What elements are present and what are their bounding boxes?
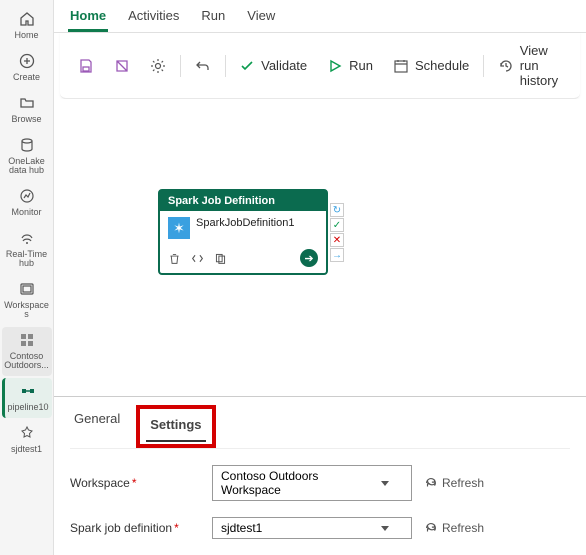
calendar-icon xyxy=(393,58,409,74)
tab-home[interactable]: Home xyxy=(68,6,108,32)
workspace-value: Contoso Outdoors Workspace xyxy=(221,469,381,497)
workspace-icon xyxy=(18,331,36,349)
code-icon[interactable] xyxy=(191,252,204,265)
spark-activity-icon: ✶ xyxy=(168,217,190,239)
toolbar: Validate Run Schedule View run history xyxy=(60,33,580,99)
ribbon-tabs: Home Activities Run View xyxy=(54,0,586,33)
handle-pending-icon[interactable]: ↻ xyxy=(330,203,344,217)
annotation-highlight: Settings xyxy=(136,405,215,448)
validate-button[interactable]: Validate xyxy=(231,54,315,78)
handle-skip-icon[interactable]: → xyxy=(330,248,344,262)
sidebar-item-label: Monitor xyxy=(9,208,43,217)
handle-success-icon[interactable]: ✓ xyxy=(330,218,344,232)
sidebar-item-label: Contoso Outdoors... xyxy=(2,352,52,370)
undo-button[interactable] xyxy=(187,54,219,78)
gear-icon xyxy=(150,58,166,74)
database-icon xyxy=(18,136,36,154)
sidebar-item-label: sjdtest1 xyxy=(9,445,44,454)
panel-tab-settings[interactable]: Settings xyxy=(146,411,205,442)
refresh-label: Refresh xyxy=(442,476,484,490)
tab-activities[interactable]: Activities xyxy=(126,6,181,32)
monitor-icon xyxy=(18,187,36,205)
sjd-label: Spark job definition* xyxy=(70,521,200,535)
sidebar-item-pipeline10[interactable]: pipeline10 xyxy=(2,378,52,418)
sjd-row: Spark job definition* sjdtest1 Refresh xyxy=(70,517,570,539)
sidebar-item-contoso[interactable]: Contoso Outdoors... xyxy=(2,327,52,376)
schedule-label: Schedule xyxy=(415,58,469,73)
sjd-value: sjdtest1 xyxy=(221,521,262,535)
check-icon xyxy=(239,58,255,74)
sidebar-item-label: pipeline10 xyxy=(5,403,50,412)
sidebar-item-home[interactable]: Home xyxy=(2,6,52,46)
schedule-button[interactable]: Schedule xyxy=(385,54,477,78)
sidebar-item-workspaces[interactable]: Workspaces xyxy=(2,276,52,325)
panel-tabs: General Settings xyxy=(70,405,570,449)
workspace-label: Workspace* xyxy=(70,476,200,490)
main-area: Home Activities Run View Validate Run Sc… xyxy=(54,0,586,555)
run-button[interactable]: Run xyxy=(319,54,381,78)
plus-circle-icon xyxy=(18,52,36,70)
settings-button[interactable] xyxy=(142,54,174,78)
sidebar-item-label: Browse xyxy=(9,115,43,124)
node-body: ✶ SparkJobDefinition1 xyxy=(160,211,326,245)
save-button[interactable] xyxy=(70,54,102,78)
pipeline-icon xyxy=(19,382,37,400)
save-icon xyxy=(78,58,94,74)
node-status-handles: ↻ ✓ ✕ → xyxy=(330,203,344,262)
history-label: View run history xyxy=(520,43,562,88)
separator xyxy=(483,55,484,77)
activity-node-spark-job[interactable]: Spark Job Definition ✶ SparkJobDefinitio… xyxy=(158,189,328,275)
sidebar-item-onelake[interactable]: OneLake data hub xyxy=(2,132,52,181)
folder-icon xyxy=(18,94,36,112)
node-title: SparkJobDefinition1 xyxy=(196,217,294,229)
home-icon xyxy=(18,10,36,28)
sidebar-item-sjdtest1[interactable]: sjdtest1 xyxy=(2,420,52,460)
workspace-row: Workspace* Contoso Outdoors Workspace Re… xyxy=(70,465,570,501)
refresh-icon xyxy=(424,476,438,490)
sidebar-item-monitor[interactable]: Monitor xyxy=(2,183,52,223)
delete-icon[interactable] xyxy=(168,252,181,265)
sidebar-item-label: OneLake data hub xyxy=(2,157,52,175)
spark-icon xyxy=(18,424,36,442)
run-label: Run xyxy=(349,58,373,73)
workspace-select[interactable]: Contoso Outdoors Workspace xyxy=(212,465,412,501)
validate-label: Validate xyxy=(261,58,307,73)
sidebar-item-label: Real-Time hub xyxy=(2,250,52,268)
sidebar-item-create[interactable]: Create xyxy=(2,48,52,88)
properties-panel: General Settings Workspace* Contoso Outd… xyxy=(54,396,586,555)
refresh-label: Refresh xyxy=(442,521,484,535)
workspace-refresh-button[interactable]: Refresh xyxy=(424,476,484,490)
discard-button[interactable] xyxy=(106,54,138,78)
pipeline-canvas[interactable]: Spark Job Definition ✶ SparkJobDefinitio… xyxy=(54,99,586,396)
separator xyxy=(180,55,181,77)
sidebar-item-realtime[interactable]: Real-Time hub xyxy=(2,225,52,274)
history-icon xyxy=(498,58,514,74)
play-icon xyxy=(327,58,343,74)
sidebar-item-label: Create xyxy=(11,73,42,82)
sjd-select[interactable]: sjdtest1 xyxy=(212,517,412,539)
undo-icon xyxy=(195,58,211,74)
sjd-refresh-button[interactable]: Refresh xyxy=(424,521,484,535)
node-type-label: Spark Job Definition xyxy=(160,191,326,211)
sidebar: Home Create Browse OneLake data hub Moni… xyxy=(0,0,54,555)
panel-tab-general[interactable]: General xyxy=(70,405,124,448)
run-activity-icon[interactable]: ➔ xyxy=(300,249,318,267)
copy-icon[interactable] xyxy=(214,252,227,265)
sidebar-item-browse[interactable]: Browse xyxy=(2,90,52,130)
history-button[interactable]: View run history xyxy=(490,39,570,92)
handle-fail-icon[interactable]: ✕ xyxy=(330,233,344,247)
refresh-icon xyxy=(424,521,438,535)
sidebar-item-label: Workspaces xyxy=(2,301,52,319)
realtime-icon xyxy=(18,229,36,247)
node-footer: ➔ xyxy=(160,245,326,273)
sidebar-item-label: Home xyxy=(12,31,40,40)
discard-icon xyxy=(114,58,130,74)
separator xyxy=(225,55,226,77)
tab-view[interactable]: View xyxy=(245,6,277,32)
tab-run[interactable]: Run xyxy=(199,6,227,32)
workspaces-icon xyxy=(18,280,36,298)
